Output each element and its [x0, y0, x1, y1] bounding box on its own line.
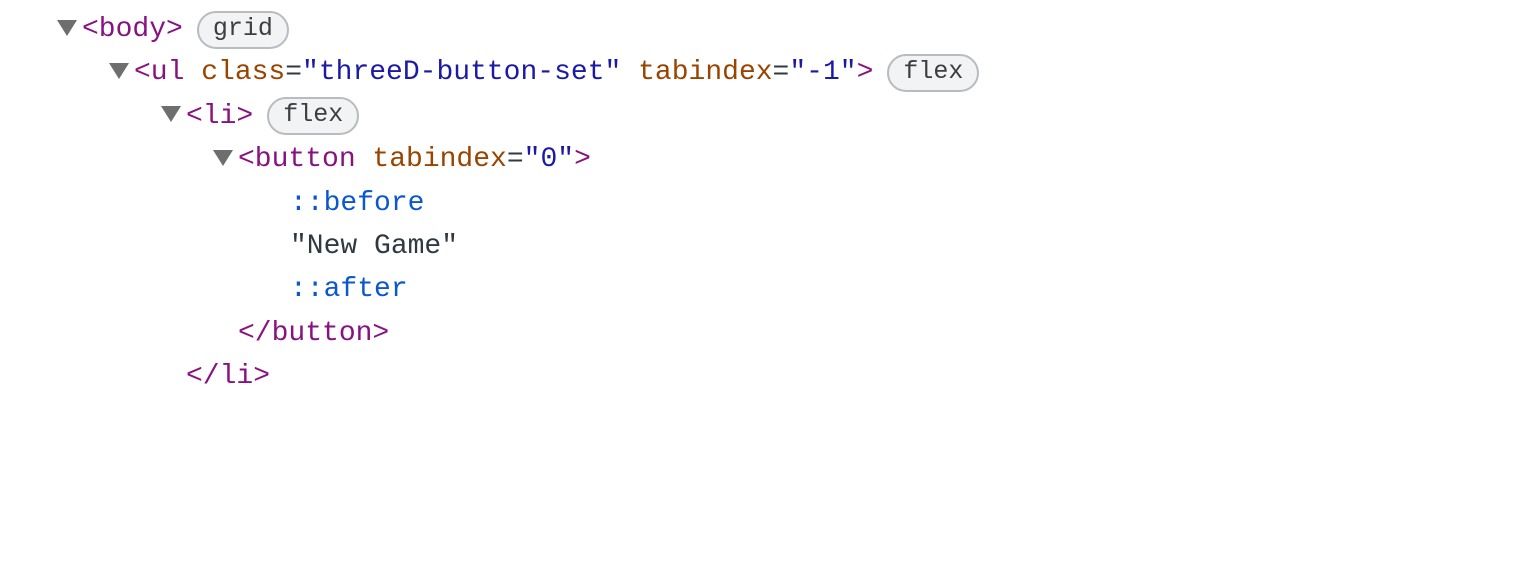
dom-pseudo-before[interactable]: ::before [0, 182, 1526, 225]
dom-pseudo-after[interactable]: ::after [0, 268, 1526, 311]
token-pseudo: ::after [290, 268, 408, 311]
token-tag: > [857, 51, 874, 94]
token-attr-eq: = [773, 51, 790, 94]
token-attr-name: class [201, 51, 285, 94]
dom-node-button[interactable]: <button tabindex="0"> [0, 138, 1526, 181]
token-tag: </button> [238, 312, 389, 355]
layout-badge[interactable]: flex [887, 54, 979, 92]
token-attr-name: tabindex [372, 138, 506, 181]
dom-node-body[interactable]: <body> grid [0, 8, 1526, 51]
expand-arrow-icon[interactable] [208, 150, 238, 170]
dom-close-button[interactable]: </button> [0, 312, 1526, 355]
token-tag: <li> [186, 95, 253, 138]
token-tag: > [574, 138, 591, 181]
token-attr-name: tabindex [638, 51, 772, 94]
dom-text-node[interactable]: "New Game" [0, 225, 1526, 268]
token-attr-val: "0" [524, 138, 574, 181]
token-textnode: "New Game" [290, 225, 458, 268]
dom-close-li[interactable]: </li> [0, 355, 1526, 398]
layout-badge[interactable]: flex [267, 97, 359, 135]
dom-node-li[interactable]: <li> flex [0, 95, 1526, 138]
token-attr-val: "threeD-button-set" [302, 51, 621, 94]
token-attr-eq: = [507, 138, 524, 181]
token-tag [621, 51, 638, 94]
expand-arrow-icon[interactable] [52, 20, 82, 40]
token-attr-eq: = [285, 51, 302, 94]
token-tag: </li> [186, 355, 270, 398]
dom-tree: <body> grid<ul class="threeD-button-set" … [0, 8, 1526, 399]
expand-arrow-icon[interactable] [156, 106, 186, 126]
layout-badge[interactable]: grid [197, 11, 289, 49]
token-pseudo: ::before [290, 182, 424, 225]
token-tag: <ul [134, 51, 201, 94]
dom-node-ul[interactable]: <ul class="threeD-button-set" tabindex="… [0, 51, 1526, 94]
token-attr-val: "-1" [789, 51, 856, 94]
token-tag: <button [238, 138, 372, 181]
token-tag: <body> [82, 8, 183, 51]
expand-arrow-icon[interactable] [104, 63, 134, 83]
